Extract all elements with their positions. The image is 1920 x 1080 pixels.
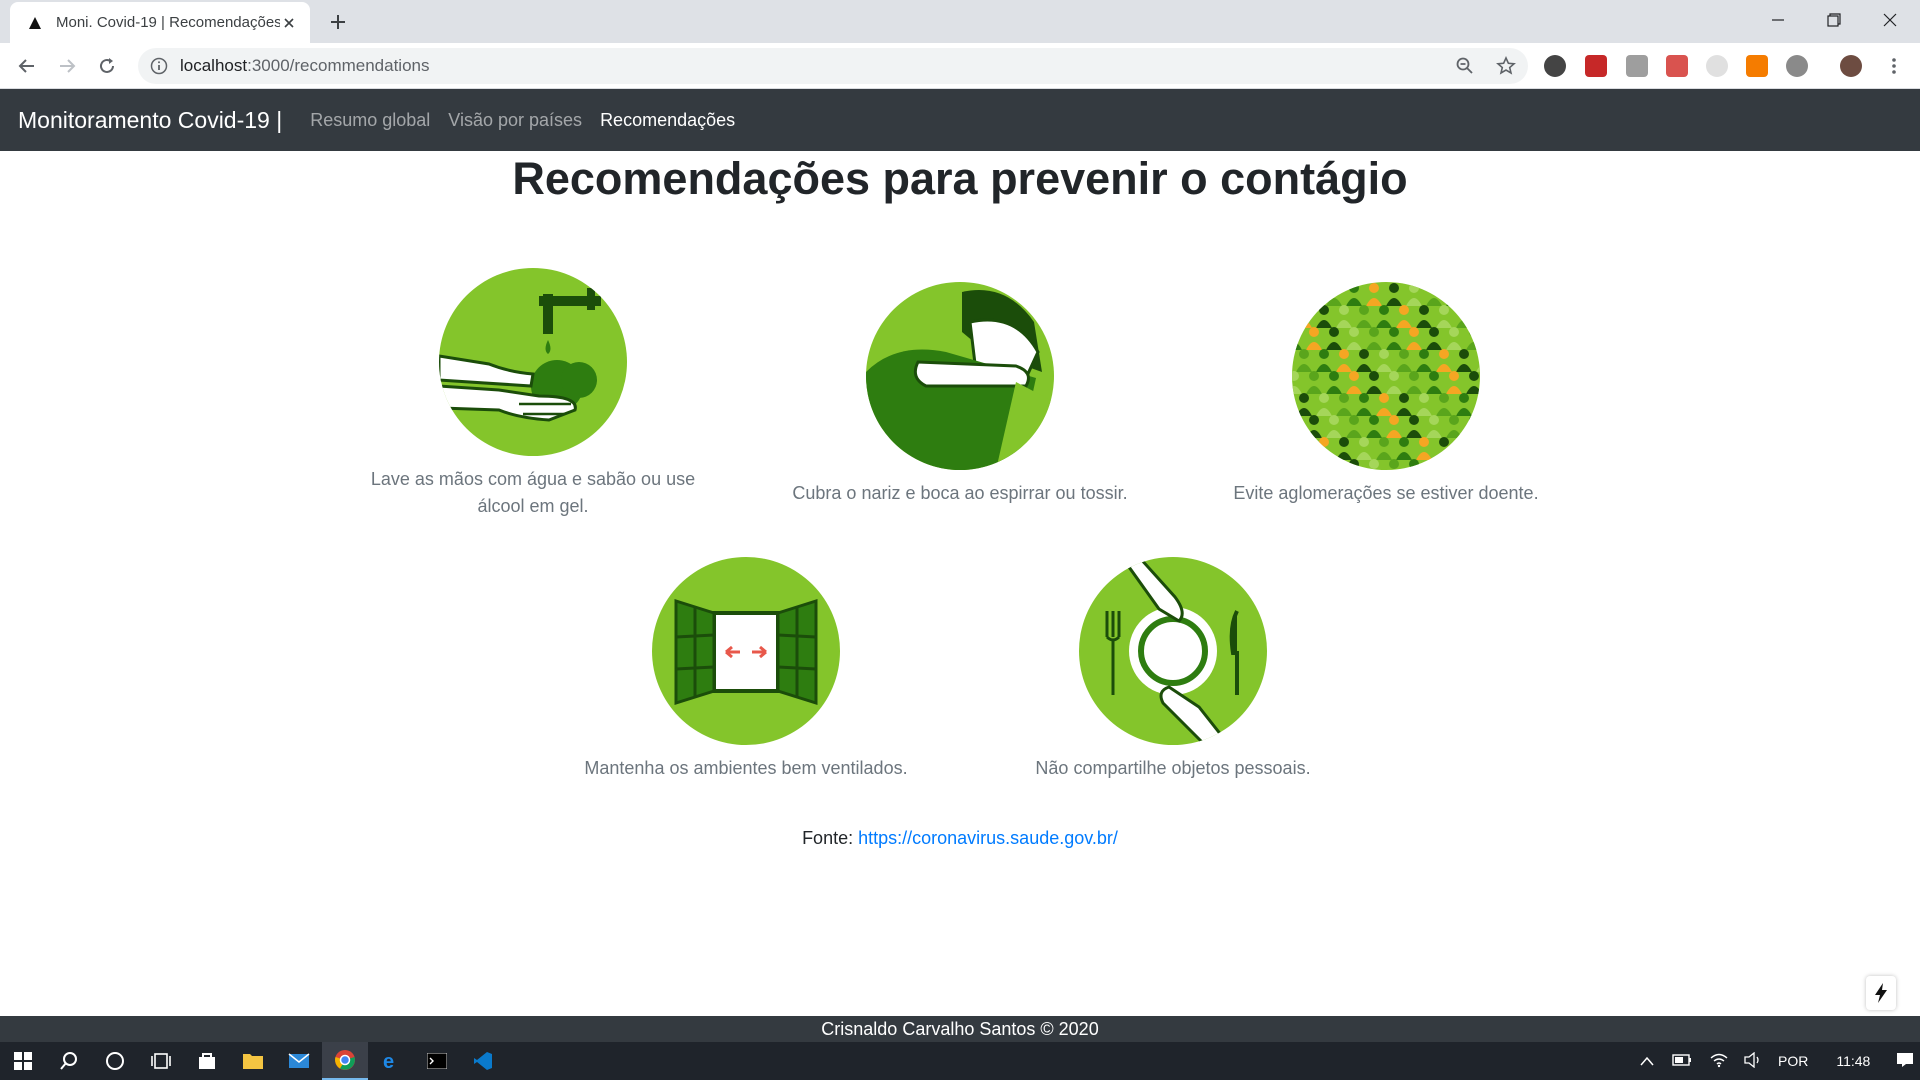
menu-icon[interactable]	[1880, 52, 1908, 80]
profile-avatar[interactable]	[1840, 55, 1862, 77]
file-explorer-icon[interactable]	[230, 1042, 276, 1080]
url-text: localhost:3000/recommendations	[180, 56, 430, 75]
recommendation-caption: Evite aglomerações se estiver doente.	[1233, 483, 1539, 503]
clock[interactable]: 11:48	[1836, 1053, 1870, 1069]
tab-title: Moni. Covid-19 | Recomendações	[56, 14, 280, 31]
notifications-icon[interactable]	[1896, 1052, 1914, 1071]
system-tray: POR 11:48	[1640, 1042, 1914, 1080]
page-title: Recomendações para prevenir o contágio	[512, 153, 1408, 204]
tab-close-icon[interactable]	[280, 14, 298, 32]
zoom-icon[interactable]	[1451, 52, 1479, 80]
nav-link-resumo-global[interactable]: Resumo global	[310, 110, 430, 131]
minimize-icon[interactable]	[1758, 6, 1798, 34]
address-bar[interactable]: localhost:3000/recommendations	[138, 48, 1528, 84]
mail-icon[interactable]	[276, 1042, 322, 1080]
chevron-up-icon[interactable]	[1640, 1053, 1654, 1069]
recommendation-caption: Cubra o nariz e boca ao espirrar ou toss…	[792, 483, 1128, 503]
source-line: Fonte: https://coronavirus.saude.gov.br/	[0, 828, 1920, 849]
no-sharing-plate-icon	[1079, 557, 1267, 745]
recommendation-caption: Lave as mãos com água e sabão ou use álc…	[370, 469, 696, 516]
svg-text:e: e	[383, 1051, 394, 1072]
back-icon[interactable]	[13, 52, 41, 80]
app-favicon-icon	[29, 16, 41, 29]
hand-washing-icon	[439, 268, 627, 456]
open-window-icon	[652, 557, 840, 745]
extension-1-icon[interactable]	[1544, 55, 1566, 77]
forward-icon[interactable]	[53, 52, 81, 80]
volume-icon[interactable]	[1744, 1051, 1762, 1071]
extension-6-icon[interactable]	[1746, 55, 1768, 77]
recommendation-caption: Mantenha os ambientes bem ventilados.	[584, 758, 908, 778]
chrome-icon[interactable]	[322, 1042, 368, 1080]
source-link[interactable]: https://coronavirus.saude.gov.br/	[858, 828, 1118, 848]
reload-icon[interactable]	[93, 52, 121, 80]
lightning-bolt-icon[interactable]	[1866, 976, 1896, 1010]
cortana-icon[interactable]	[92, 1042, 138, 1080]
windows-taskbar: e POR 11:48	[0, 1042, 1920, 1080]
crowd-icon	[1292, 282, 1480, 470]
edge-icon[interactable]: e	[368, 1042, 414, 1080]
bookmark-star-icon[interactable]	[1492, 52, 1520, 80]
recommendation-card: Evite aglomerações se estiver doente.	[1186, 282, 1586, 507]
extension-2-icon[interactable]	[1585, 55, 1607, 77]
task-view-icon[interactable]	[138, 1042, 184, 1080]
navbar-brand[interactable]: Monitoramento Covid-19 |	[18, 107, 282, 134]
start-windows-icon[interactable]	[0, 1042, 46, 1080]
info-icon[interactable]	[150, 57, 168, 75]
nav-link-visao-por-paises[interactable]: Visão por países	[448, 110, 582, 131]
app-navbar: Monitoramento Covid-19 | Resumo global V…	[0, 89, 1920, 151]
vscode-icon[interactable]	[460, 1042, 506, 1080]
extension-7-icon[interactable]	[1786, 55, 1808, 77]
browser-tab[interactable]: Moni. Covid-19 | Recomendações	[10, 2, 310, 43]
browser-toolbar: localhost:3000/recommendations	[0, 43, 1920, 89]
nav-link-recomendacoes[interactable]: Recomendações	[600, 110, 735, 131]
terminal-icon[interactable]	[414, 1042, 460, 1080]
extension-4-icon[interactable]	[1666, 55, 1688, 77]
browser-tab-strip: Moni. Covid-19 | Recomendações	[0, 0, 1920, 43]
source-label: Fonte:	[802, 828, 854, 848]
wifi-icon[interactable]	[1710, 1052, 1728, 1071]
cough-elbow-icon	[866, 282, 1054, 470]
battery-icon[interactable]	[1672, 1053, 1692, 1069]
recommendation-caption: Não compartilhe objetos pessoais.	[1035, 758, 1311, 778]
recommendation-card: Cubra o nariz e boca ao espirrar ou toss…	[760, 282, 1160, 507]
page-footer: Crisnaldo Carvalho Santos © 2020	[0, 1016, 1920, 1042]
store-icon[interactable]	[184, 1042, 230, 1080]
recommendation-card: Mantenha os ambientes bem ventilados.	[546, 557, 946, 782]
restore-icon[interactable]	[1814, 6, 1854, 34]
new-tab-icon[interactable]	[326, 10, 350, 34]
language-indicator[interactable]: POR	[1778, 1053, 1808, 1069]
recommendation-card: Lave as mãos com água e sabão ou use álc…	[333, 268, 733, 520]
recommendation-card: Não compartilhe objetos pessoais.	[973, 557, 1373, 782]
extension-5-icon[interactable]	[1706, 55, 1728, 77]
window-close-icon[interactable]	[1870, 6, 1910, 34]
search-icon[interactable]	[46, 1042, 92, 1080]
extension-3-icon[interactable]	[1626, 55, 1648, 77]
